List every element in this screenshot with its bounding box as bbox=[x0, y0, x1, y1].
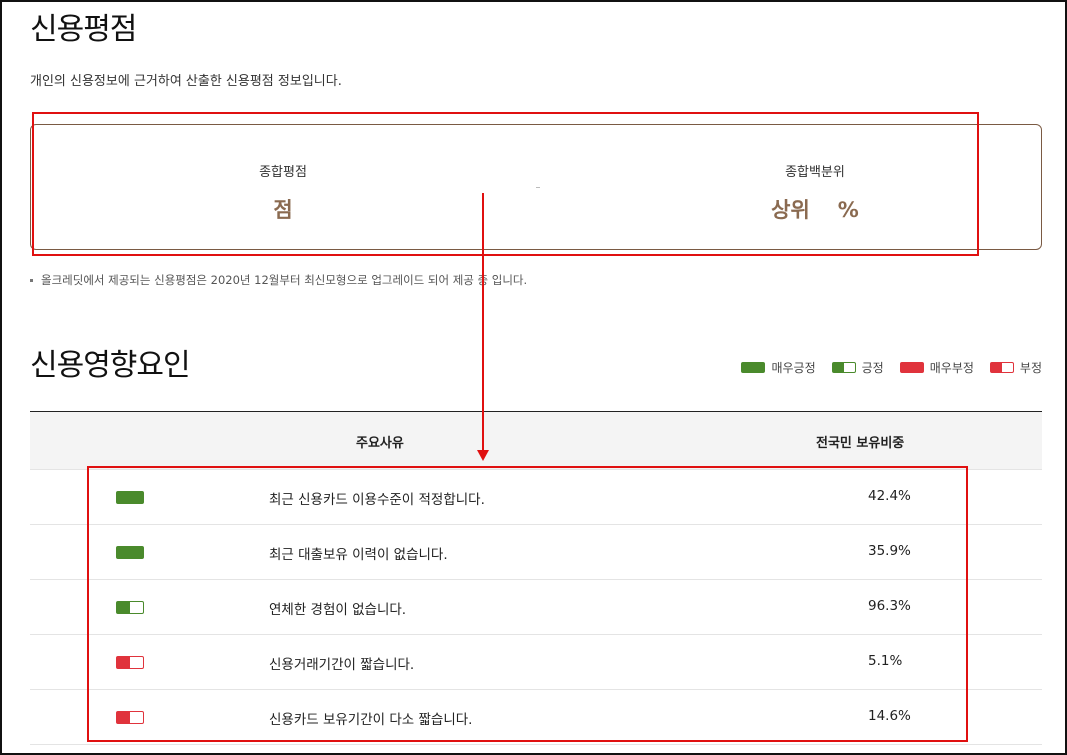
page-description: 개인의 신용정보에 근거하여 산출한 신용평점 정보입니다. bbox=[30, 74, 342, 89]
legend-very-positive: 매우긍정 bbox=[741, 359, 816, 376]
negative-swatch-icon bbox=[989, 362, 1014, 373]
legend-label: 긍정 bbox=[861, 361, 884, 375]
bullet-icon bbox=[30, 279, 33, 282]
legend-label: 부정 bbox=[1019, 361, 1042, 375]
annotation-arrow-head-icon bbox=[477, 450, 489, 461]
very-positive-swatch-icon bbox=[741, 362, 766, 373]
score-highlight-box bbox=[32, 112, 979, 256]
impact-legend: 매우긍정 긍정 매우부정 부정 bbox=[741, 359, 1042, 376]
legend-label: 매우부정 bbox=[929, 361, 974, 375]
legend-positive: 긍정 bbox=[831, 359, 884, 376]
page-title: 신용평점 bbox=[30, 12, 137, 47]
annotation-arrow-line bbox=[482, 193, 484, 452]
legend-label: 매우긍정 bbox=[771, 361, 816, 375]
factors-highlight-box bbox=[87, 466, 968, 742]
very-negative-swatch-icon bbox=[899, 362, 924, 373]
upgrade-note-text: 올크레딧에서 제공되는 신용평점은 2020년 12월부터 최신모형으로 업그레… bbox=[41, 273, 528, 287]
upgrade-note: 올크레딧에서 제공되는 신용평점은 2020년 12월부터 최신모형으로 업그레… bbox=[30, 272, 527, 288]
legend-very-negative: 매우부정 bbox=[899, 359, 974, 376]
column-header-reason: 주요사유 bbox=[356, 436, 404, 451]
table-header: 주요사유 전국민 보유비중 bbox=[30, 412, 1042, 470]
factors-title: 신용영향요인 bbox=[30, 348, 191, 383]
legend-negative: 부정 bbox=[989, 359, 1042, 376]
column-header-share: 전국민 보유비중 bbox=[816, 436, 905, 451]
positive-swatch-icon bbox=[831, 362, 856, 373]
